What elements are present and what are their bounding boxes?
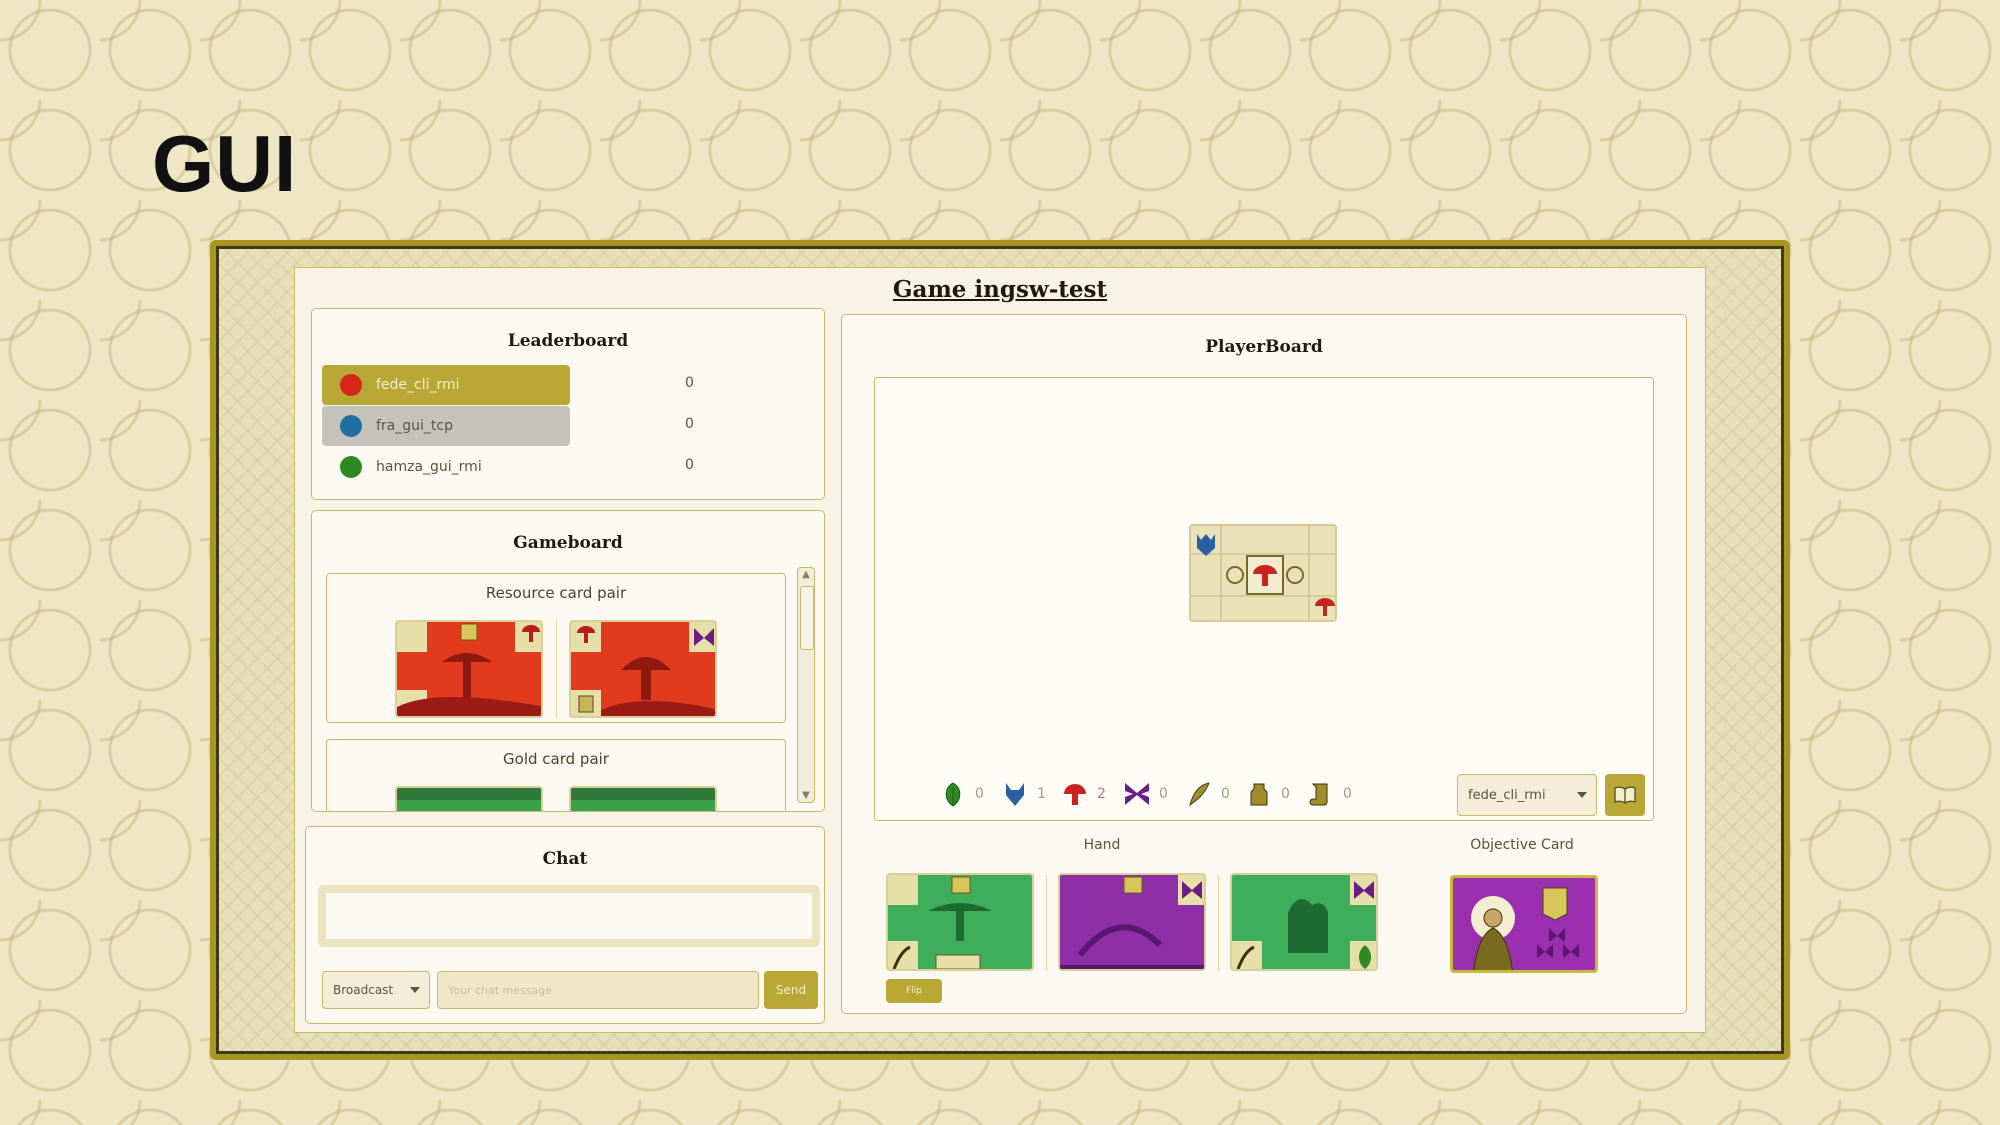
gold-card[interactable] (569, 786, 717, 811)
scroll-up-icon[interactable]: ▲ (798, 569, 814, 580)
chevron-down-icon (1577, 792, 1587, 798)
resource-counter: 0 (939, 780, 984, 808)
leaderboard-row: fra_gui_tcp 0 (322, 406, 798, 446)
resource-counter: 0 (1307, 780, 1352, 808)
slide-title: GUI (152, 119, 298, 208)
resource-count: 0 (975, 786, 984, 802)
resource-count: 0 (1281, 786, 1290, 802)
player-board-panel: PlayerBoard 0 1 2 0 0 0 0 fede_cli_rmi H… (841, 314, 1687, 1014)
player-name: fede_cli_rmi (376, 377, 460, 393)
chat-panel: Chat Broadcast Send (305, 826, 825, 1024)
scroll-down-icon[interactable]: ▼ (798, 790, 814, 801)
hand-label: Hand (1083, 837, 1121, 853)
resource-counter: 1 (1001, 780, 1046, 808)
butterfly-icon (1125, 783, 1149, 805)
inkwell-icon (1250, 783, 1268, 806)
hand-card[interactable] (886, 873, 1034, 971)
objective-label: Objective Card (1470, 837, 1574, 853)
player-name: fra_gui_tcp (376, 418, 453, 434)
recipient-value: Broadcast (333, 983, 394, 997)
leaf-icon (945, 782, 961, 807)
leaderboard-player-box: fede_cli_rmi (322, 365, 570, 405)
hand-card[interactable] (1058, 873, 1206, 971)
leaderboard-title: Leaderboard (507, 331, 629, 351)
rulebook-button[interactable] (1605, 774, 1645, 816)
resource-pair-label: Resource card pair (485, 584, 627, 602)
player-board-title: PlayerBoard (1205, 337, 1323, 357)
resource-count: 0 (1221, 786, 1230, 802)
resource-card-pair: Resource card pair (326, 573, 786, 723)
resource-counter: 0 (1245, 780, 1290, 808)
resource-count: 2 (1097, 786, 1106, 802)
chevron-down-icon (410, 987, 420, 993)
leaderboard-player-box: fra_gui_tcp (322, 406, 570, 446)
red-token-icon (340, 374, 362, 396)
scroll-icon (1309, 783, 1328, 806)
leaderboard-player-box: hamza_gui_rmi (322, 447, 570, 487)
player-view-select[interactable]: fede_cli_rmi (1457, 774, 1597, 816)
player-score: 0 (685, 375, 694, 391)
starter-card[interactable] (1189, 524, 1337, 622)
selected-player: fede_cli_rmi (1468, 787, 1546, 803)
resource-counter: 0 (1185, 780, 1230, 808)
hand-card[interactable] (1230, 873, 1378, 971)
player-score: 0 (685, 457, 694, 473)
chat-title: Chat (542, 849, 588, 869)
gold-pair-label: Gold card pair (503, 750, 609, 768)
send-button[interactable]: Send (764, 971, 818, 1009)
game-window: Game ingsw-test Leaderboard fede_cli_rmi… (294, 267, 1706, 1033)
gameboard-scrollbar[interactable]: ▲ ▼ (797, 567, 815, 803)
gold-card[interactable] (395, 786, 543, 811)
resource-counter: 0 (1123, 780, 1168, 808)
mushroom-icon (1064, 784, 1086, 805)
objective-card[interactable] (1450, 875, 1598, 973)
quill-icon (1189, 782, 1210, 807)
player-score: 0 (685, 416, 694, 432)
resource-counter: 2 (1061, 780, 1106, 808)
resource-card[interactable] (569, 620, 717, 718)
game-title: Game ingsw-test (892, 276, 1108, 303)
leaderboard-row: hamza_gui_rmi 0 (322, 447, 798, 487)
gold-card-pair: Gold card pair (326, 739, 786, 811)
leaderboard-row: fede_cli_rmi 0 (322, 365, 798, 405)
recipient-select[interactable]: Broadcast (322, 971, 430, 1009)
chat-message-input[interactable] (437, 971, 759, 1009)
flip-button[interactable]: Flip (886, 979, 942, 1003)
resource-count: 0 (1343, 786, 1352, 802)
wolf-icon (1006, 783, 1024, 806)
card-placement-area[interactable]: 0 1 2 0 0 0 0 fede_cli_rmi (874, 377, 1654, 821)
chat-messages[interactable] (318, 885, 820, 947)
resource-count: 0 (1159, 786, 1168, 802)
leaderboard-panel: Leaderboard fede_cli_rmi 0 fra_gui_tcp 0… (311, 308, 825, 500)
gameboard-panel: Gameboard Resource card pair Gold card p… (311, 510, 825, 812)
blue-token-icon (340, 415, 362, 437)
resource-count: 1 (1037, 786, 1046, 802)
scroll-thumb[interactable] (800, 586, 814, 650)
gameboard-title: Gameboard (513, 533, 623, 553)
resource-card[interactable] (395, 620, 543, 718)
open-book-icon (1614, 786, 1636, 804)
green-token-icon (340, 456, 362, 478)
player-name: hamza_gui_rmi (376, 459, 482, 475)
